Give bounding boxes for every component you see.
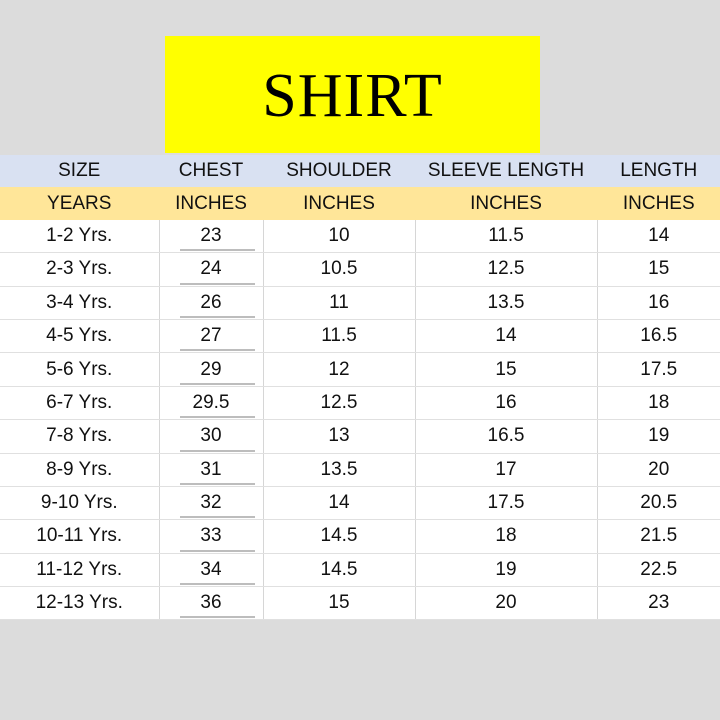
table-row: 5-6 Yrs. 29 12 15 17.5 <box>0 352 720 387</box>
table-row: 11-12 Yrs. 34 14.5 19 22.5 <box>0 553 720 588</box>
cell-length: 19 <box>597 419 720 454</box>
cell-sleeve-length: 17 <box>415 453 598 487</box>
cell-size: 5-6 Yrs. <box>0 352 160 387</box>
cell-length: 14 <box>597 219 720 254</box>
cell-sleeve-length: 13.5 <box>415 286 598 320</box>
cell-chest: 27 <box>159 319 264 354</box>
cell-shoulder: 12.5 <box>263 386 416 421</box>
table-row: 10-11 Yrs. 33 14.5 18 21.5 <box>0 519 720 554</box>
header-row: SIZE CHEST SHOULDER SLEEVE LENGTH LENGTH <box>0 155 720 188</box>
title-banner: SHIRT <box>165 36 540 153</box>
cell-chest: 34 <box>159 553 264 588</box>
cell-chest: 23 <box>159 219 264 254</box>
cell-chest: 29.5 <box>159 386 264 421</box>
cell-length: 21.5 <box>597 519 720 554</box>
cell-chest: 29 <box>159 352 264 387</box>
cell-sleeve-length: 15 <box>415 352 598 387</box>
table-row: 1-2 Yrs. 23 10 11.5 14 <box>0 219 720 254</box>
cell-sleeve-length: 18 <box>415 519 598 554</box>
unit-shoulder: INCHES <box>263 187 416 220</box>
cell-shoulder: 14.5 <box>263 519 416 554</box>
cell-size: 2-3 Yrs. <box>0 252 160 287</box>
cell-length: 17.5 <box>597 352 720 387</box>
table-row: 8-9 Yrs. 31 13.5 17 20 <box>0 453 720 487</box>
cell-sleeve-length: 20 <box>415 586 598 621</box>
cell-shoulder: 13.5 <box>263 453 416 487</box>
cell-chest: 30 <box>159 419 264 454</box>
cell-shoulder: 14 <box>263 486 416 521</box>
cell-size: 10-11 Yrs. <box>0 519 160 554</box>
table-row: 3-4 Yrs. 26 11 13.5 16 <box>0 286 720 320</box>
cell-sleeve-length: 12.5 <box>415 252 598 287</box>
cell-sleeve-length: 16 <box>415 386 598 421</box>
table-row: 4-5 Yrs. 27 11.5 14 16.5 <box>0 319 720 354</box>
cell-chest: 36 <box>159 586 264 621</box>
cell-size: 6-7 Yrs. <box>0 386 160 421</box>
unit-size: YEARS <box>0 187 160 220</box>
cell-chest: 31 <box>159 453 264 487</box>
cell-length: 20 <box>597 453 720 487</box>
cell-chest: 24 <box>159 252 264 287</box>
unit-sleeve-length: INCHES <box>415 187 598 220</box>
cell-size: 7-8 Yrs. <box>0 419 160 454</box>
cell-size: 3-4 Yrs. <box>0 286 160 320</box>
cell-size: 4-5 Yrs. <box>0 319 160 354</box>
header-chest: CHEST <box>159 155 264 188</box>
cell-length: 20.5 <box>597 486 720 521</box>
cell-length: 15 <box>597 252 720 287</box>
cell-size: 1-2 Yrs. <box>0 219 160 254</box>
size-chart-table: SIZE CHEST SHOULDER SLEEVE LENGTH LENGTH… <box>0 155 720 621</box>
header-length: LENGTH <box>597 155 720 188</box>
cell-shoulder: 14.5 <box>263 553 416 588</box>
table-row: 12-13 Yrs. 36 15 20 23 <box>0 586 720 621</box>
table-row: 9-10 Yrs. 32 14 17.5 20.5 <box>0 486 720 521</box>
page-title: SHIRT <box>262 62 443 130</box>
table-row: 6-7 Yrs. 29.5 12.5 16 18 <box>0 386 720 421</box>
cell-shoulder: 11 <box>263 286 416 320</box>
table-row: 7-8 Yrs. 30 13 16.5 19 <box>0 419 720 454</box>
cell-shoulder: 11.5 <box>263 319 416 354</box>
cell-size: 8-9 Yrs. <box>0 453 160 487</box>
cell-length: 16 <box>597 286 720 320</box>
cell-shoulder: 15 <box>263 586 416 621</box>
cell-chest: 26 <box>159 286 264 320</box>
cell-size: 12-13 Yrs. <box>0 586 160 621</box>
header-shoulder: SHOULDER <box>263 155 416 188</box>
cell-size: 9-10 Yrs. <box>0 486 160 521</box>
unit-length: INCHES <box>597 187 720 220</box>
unit-row: YEARS INCHES INCHES INCHES INCHES <box>0 187 720 220</box>
cell-sleeve-length: 19 <box>415 553 598 588</box>
cell-sleeve-length: 17.5 <box>415 486 598 521</box>
cell-chest: 33 <box>159 519 264 554</box>
header-size: SIZE <box>0 155 160 188</box>
cell-shoulder: 10 <box>263 219 416 254</box>
cell-chest: 32 <box>159 486 264 521</box>
cell-shoulder: 12 <box>263 352 416 387</box>
cell-sleeve-length: 16.5 <box>415 419 598 454</box>
header-sleeve-length: SLEEVE LENGTH <box>415 155 598 188</box>
table-row: 2-3 Yrs. 24 10.5 12.5 15 <box>0 252 720 287</box>
cell-sleeve-length: 14 <box>415 319 598 354</box>
cell-length: 22.5 <box>597 553 720 588</box>
cell-sleeve-length: 11.5 <box>415 219 598 254</box>
cell-size: 11-12 Yrs. <box>0 553 160 588</box>
unit-chest: INCHES <box>159 187 264 220</box>
cell-length: 23 <box>597 586 720 621</box>
cell-shoulder: 13 <box>263 419 416 454</box>
cell-length: 16.5 <box>597 319 720 354</box>
cell-length: 18 <box>597 386 720 421</box>
cell-shoulder: 10.5 <box>263 252 416 287</box>
